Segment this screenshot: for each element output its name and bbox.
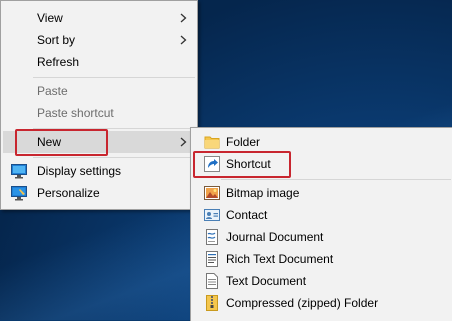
menu-separator xyxy=(221,179,451,180)
zip-folder-icon xyxy=(206,295,218,311)
menu-item-label: Paste xyxy=(37,84,68,98)
submenu-item-bitmap-image[interactable]: Bitmap image xyxy=(193,182,451,204)
chevron-right-icon xyxy=(180,35,187,45)
submenu-item-journal-document[interactable]: Journal Document xyxy=(193,226,451,248)
menu-item-refresh[interactable]: Refresh xyxy=(3,51,195,73)
submenu-item-label: Text Document xyxy=(226,274,307,288)
desktop-context-menu: View Sort by Refresh Paste Paste shortcu… xyxy=(0,0,198,210)
submenu-item-folder[interactable]: Folder xyxy=(193,131,451,153)
menu-item-paste-shortcut: Paste shortcut xyxy=(3,102,195,124)
menu-item-view[interactable]: View xyxy=(3,7,195,29)
menu-item-label: Sort by xyxy=(37,33,76,47)
menu-separator xyxy=(33,157,195,158)
submenu-item-rich-text-document[interactable]: Rich Text Document xyxy=(193,248,451,270)
submenu-item-label: Rich Text Document xyxy=(226,252,334,266)
submenu-item-label: Folder xyxy=(226,135,261,149)
menu-separator xyxy=(33,77,195,78)
text-document-icon xyxy=(206,273,218,289)
submenu-item-label: Compressed (zipped) Folder xyxy=(226,296,379,310)
submenu-item-label: Bitmap image xyxy=(226,186,300,200)
folder-icon xyxy=(204,136,220,149)
journal-document-icon xyxy=(206,229,218,245)
menu-item-label: Refresh xyxy=(37,55,80,69)
display-settings-icon xyxy=(11,164,27,179)
submenu-item-label: Contact xyxy=(226,208,268,222)
personalize-icon xyxy=(11,186,27,201)
menu-item-label: Personalize xyxy=(37,186,100,200)
submenu-item-text-document[interactable]: Text Document xyxy=(193,270,451,292)
shortcut-highlight-box xyxy=(193,151,291,178)
rich-text-document-icon xyxy=(206,251,218,267)
menu-item-display-settings[interactable]: Display settings xyxy=(3,160,195,182)
menu-item-label: Display settings xyxy=(37,164,122,178)
menu-item-label: View xyxy=(37,11,63,25)
bitmap-image-icon xyxy=(204,186,220,200)
new-highlight-box xyxy=(15,129,108,156)
menu-item-label: Paste shortcut xyxy=(37,106,114,120)
menu-item-sort-by[interactable]: Sort by xyxy=(3,29,195,51)
contact-icon xyxy=(204,209,220,221)
menu-item-personalize[interactable]: Personalize xyxy=(3,182,195,204)
chevron-right-icon xyxy=(180,13,187,23)
submenu-item-compressed-folder[interactable]: Compressed (zipped) Folder xyxy=(193,292,451,314)
submenu-item-label: Journal Document xyxy=(226,230,324,244)
menu-item-paste: Paste xyxy=(3,80,195,102)
submenu-item-contact[interactable]: Contact xyxy=(193,204,451,226)
chevron-right-icon xyxy=(180,137,187,147)
